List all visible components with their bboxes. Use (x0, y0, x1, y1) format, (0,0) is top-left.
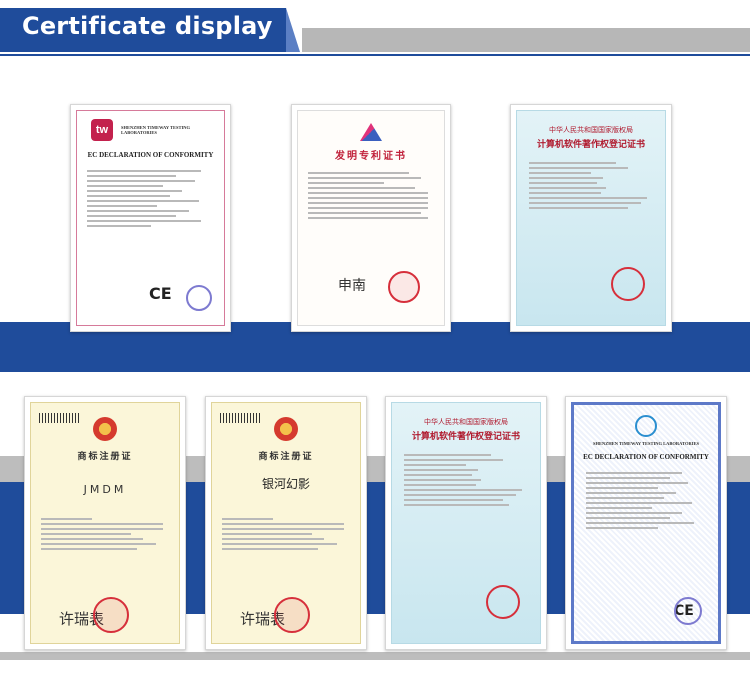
certificate-trademark-1[interactable]: 商标注册证 JMDM 许瑞表 (24, 396, 186, 650)
certificate-body-text (222, 515, 350, 553)
trademark-brand: JMDM (83, 483, 127, 496)
official-seal-icon (388, 271, 420, 303)
trademark-brand: 银河幻影 (261, 477, 310, 491)
certificate-body-text (41, 515, 169, 553)
lab-name: SHENZHEN TIMEWAY TESTING LABORATORIES (121, 125, 191, 135)
page-title: Certificate display (22, 12, 273, 40)
official-seal-icon (611, 267, 645, 301)
certificate-issuer: 中华人民共和国国家版权局 (549, 126, 633, 134)
patent-emblem-icon (360, 123, 382, 141)
section-header: Certificate display (0, 0, 750, 56)
certificate-patent[interactable]: 发明专利证书 申南 (291, 104, 451, 332)
ce-mark-icon: CE (149, 284, 172, 303)
certificate-issuer: 中华人民共和国国家版权局 (424, 418, 508, 426)
certificate-software-copyright[interactable]: 中华人民共和国国家版权局 计算机软件著作权登记证书 (510, 104, 672, 332)
certificate-heading: EC DECLARATION OF CONFORMITY (583, 453, 709, 461)
official-seal-icon (486, 585, 520, 619)
official-seal-icon (274, 597, 310, 633)
lab-stamp-icon (186, 285, 212, 311)
official-seal-icon (93, 597, 129, 633)
certificate-body-text (87, 167, 214, 230)
certificate-row-2: 商标注册证 JMDM 许瑞表 商标注册证 银河幻影 许瑞表 中华人民共和国国家版… (0, 366, 750, 674)
timeway-logo-icon (635, 415, 657, 437)
certificate-heading: EC DECLARATION OF CONFORMITY (87, 151, 214, 159)
timeway-logo-icon: tw (91, 119, 113, 141)
certificate-heading: 计算机软件著作权登记证书 (536, 140, 645, 150)
certificate-body-text (586, 469, 706, 532)
certificate-heading: 商标注册证 (258, 452, 314, 462)
certificate-trademark-2[interactable]: 商标注册证 银河幻影 许瑞表 (205, 396, 367, 650)
certificate-body-text (308, 169, 434, 222)
header-underline (0, 54, 750, 56)
certificate-ec-declaration[interactable]: tw SHENZHEN TIMEWAY TESTING LABORATORIES… (70, 104, 231, 332)
certificate-body-text (404, 451, 528, 509)
certificate-software-copyright-2[interactable]: 中华人民共和国国家版权局 计算机软件著作权登记证书 (385, 396, 547, 650)
lab-name: SHENZHEN TIMEWAY TESTING LABORATORIES (593, 441, 699, 446)
signature-icon: 申南 (338, 278, 366, 294)
lab-stamp-icon (674, 597, 702, 625)
header-tab-notch (286, 8, 300, 52)
certificate-ec-declaration-2[interactable]: SHENZHEN TIMEWAY TESTING LABORATORIES EC… (565, 396, 727, 650)
certificate-heading: 商标注册证 (77, 452, 133, 462)
certificate-heading: 发明专利证书 (335, 151, 407, 162)
barcode-icon (39, 413, 79, 423)
row-2-bottom-grey-band (0, 652, 750, 660)
certificate-heading: 计算机软件著作权登记证书 (411, 432, 520, 442)
certificate-row-1: tw SHENZHEN TIMEWAY TESTING LABORATORIES… (0, 86, 750, 372)
national-emblem-icon (93, 417, 117, 441)
barcode-icon (220, 413, 260, 423)
header-grey-bar (302, 28, 750, 52)
national-emblem-icon (274, 417, 298, 441)
certificate-body-text (529, 159, 653, 212)
